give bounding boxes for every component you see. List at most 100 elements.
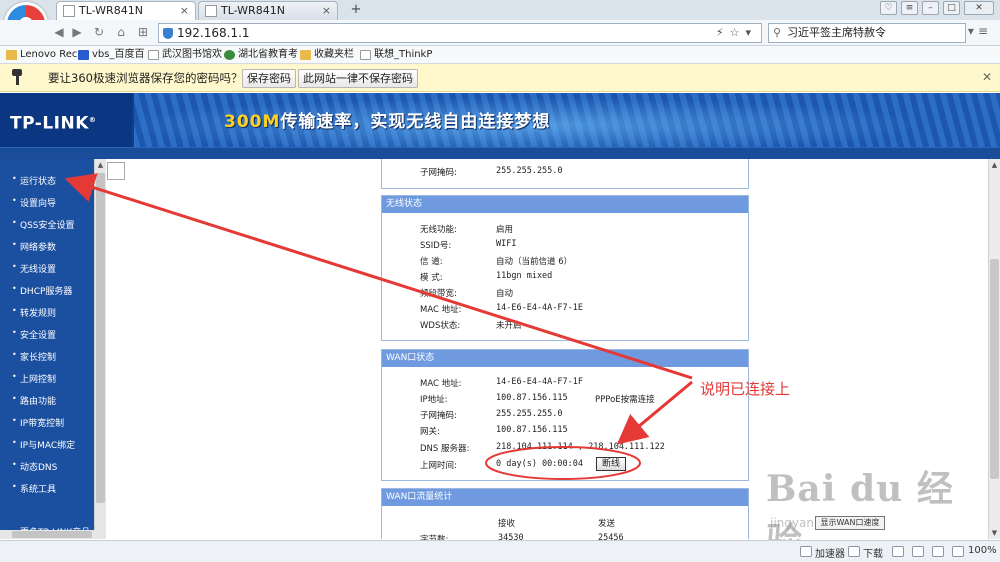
menu-item-access-control[interactable]: 上网控制 [12,372,56,385]
folder-icon [6,50,17,60]
tools-icon[interactable] [932,546,944,557]
wan-speed-button[interactable]: 显示WAN口速度 [815,516,885,530]
wan-value: 100.87.156.115 [496,393,568,403]
wireless-value: WIFI [496,239,517,249]
wan-label: 子网掩码: [420,411,457,421]
new-tab-button[interactable]: + [346,2,366,19]
save-password-button[interactable]: 保存密码 [242,69,296,88]
tab-label: TL-WR841N [79,4,143,17]
wireless-label: MAC 地址: [420,305,462,315]
wan-dns-value: 218.104.111.114 , 218.104.111.122 [496,442,665,452]
scroll-thumb[interactable] [990,259,999,479]
download-label[interactable]: 下载 [863,545,883,560]
close-icon[interactable]: ✕ [982,70,992,84]
sidebar-scrollbar[interactable]: ▲ ▼ [94,159,106,539]
menu-item-wizard[interactable]: 设置向导 [12,196,56,209]
bookmark-item[interactable]: 湖北省教育考 [224,47,298,63]
skin-icon[interactable]: ♡ [880,1,897,15]
wireless-value: 11bgn mixed [496,271,553,281]
wireless-label: 频段带宽: [420,289,457,299]
grid-icon[interactable]: ⊞ [136,25,150,39]
bookmarks-bar: Lenovo Rec vbs_百度百 武汉图书馆欢 湖北省教育考 收藏夹栏 联想… [0,46,1000,64]
dropdown-icon[interactable]: ▾ [745,26,757,39]
menu-icon[interactable]: ≡ [901,1,918,15]
settings-icon[interactable] [952,546,964,557]
scroll-up-icon[interactable]: ▲ [989,159,1000,171]
scroll-down-icon[interactable]: ▼ [989,527,1000,539]
menu-item-bandwidth[interactable]: IP带宽控制 [12,416,64,429]
screenshot-icon[interactable] [892,546,904,557]
wan-traffic-panel: WAN口流量统计 [381,488,749,539]
scroll-thumb[interactable] [96,173,105,503]
menu-item-dhcp[interactable]: DHCP服务器 [12,284,72,297]
mute-icon[interactable] [912,546,924,557]
banner-art: 300M传输速率，实现无线自由连接梦想 [134,93,1000,147]
scroll-up-icon[interactable]: ▲ [95,159,106,171]
folder-icon [300,50,311,60]
shield-icon [163,28,173,39]
menu-item-routing[interactable]: 路由功能 [12,394,56,407]
wan-panel-title: WAN口状态 [382,350,748,367]
dropdown-icon[interactable]: ▾ [968,24,978,38]
paw-icon [78,50,89,60]
tab-bar: TL-WR841N × TL-WR841N × + ♡ ≡ – □ ✕ [0,0,1000,20]
banner-slogan: 300M传输速率，实现无线自由连接梦想 [224,112,551,132]
traffic-col-sent: 发送 [598,519,616,529]
bookmark-item[interactable]: 收藏夹栏 [300,47,354,63]
page-icon [205,5,217,17]
bookmark-item[interactable]: Lenovo Rec [6,47,77,63]
menu-item-wireless[interactable]: 无线设置 [12,262,56,275]
search-input[interactable]: ⚲ 习近平签主席特赦令 [768,23,966,43]
close-tab-icon[interactable]: × [180,2,189,20]
wireless-value: 自动（当前信道 6） [496,257,573,267]
wireless-label: 模 式: [420,273,443,283]
scroll-thumb[interactable] [12,531,92,538]
wireless-value: 未开启 [496,321,522,331]
forward-icon[interactable]: ▶ [70,25,84,39]
bookmark-item[interactable]: 联想_ThinkP [360,47,432,63]
zoom-level[interactable]: 100% [968,545,997,556]
search-text: 习近平签主席特赦令 [787,26,886,39]
maximize-icon[interactable]: □ [943,1,960,15]
wan-label: DNS 服务器: [420,444,470,454]
lightning-icon[interactable]: ⚡ [716,26,730,39]
close-window-icon[interactable]: ✕ [964,1,994,15]
star-icon[interactable]: ☆ [730,26,746,39]
bookmark-item[interactable]: 武汉图书馆欢 [148,47,222,63]
menu-item-qss[interactable]: QSS安全设置 [12,218,75,231]
accelerator-icon[interactable] [800,546,812,557]
wireless-value: 启用 [496,225,514,235]
close-tab-icon[interactable]: × [322,2,331,20]
search-icon: ⚲ [773,26,782,39]
menu-item-ip-mac[interactable]: IP与MAC绑定 [12,438,75,451]
minimize-icon[interactable]: – [922,1,939,15]
download-icon[interactable] [848,546,860,557]
disconnect-button[interactable]: 断线 [596,457,626,471]
menu-item-ddns[interactable]: 动态DNS [12,460,57,473]
home-icon[interactable]: ⌂ [114,25,128,39]
tab-router-1[interactable]: TL-WR841N × [56,1,196,20]
tab-router-2[interactable]: TL-WR841N × [198,1,338,20]
menu-item-security[interactable]: 安全设置 [12,328,56,341]
never-save-button[interactable]: 此网站一律不保存密码 [298,69,418,88]
sidebar-h-scrollbar[interactable] [0,530,106,539]
menu-item-forwarding[interactable]: 转发规则 [12,306,56,319]
bookmark-item[interactable]: vbs_百度百 [78,47,144,63]
menu-icon[interactable]: ≡ [978,24,992,38]
menu-item-status[interactable]: 运行状态 [12,174,56,187]
refresh-icon[interactable]: ↻ [92,25,106,39]
tab-label: TL-WR841N [221,4,285,17]
page-scrollbar[interactable]: ▲ ▼ [988,159,1000,539]
status-bar: 加速器 下载 100% [0,540,1000,562]
back-icon[interactable]: ◀ [52,25,66,39]
menu-item-system[interactable]: 系统工具 [12,482,56,495]
lan-mask-value: 255.255.255.0 [496,166,563,176]
menu-item-network[interactable]: 网络参数 [12,240,56,253]
page-icon [148,50,159,60]
wan-label: 上网时间: [420,461,457,471]
accelerator-label[interactable]: 加速器 [815,545,845,560]
window-controls: ♡ ≡ – □ ✕ [880,1,994,15]
url-input[interactable]: 192.168.1.1 ⚡☆▾ [158,23,762,43]
menu-item-parental[interactable]: 家长控制 [12,350,56,363]
wireless-value: 14-E6-E4-4A-F7-1E [496,303,583,313]
